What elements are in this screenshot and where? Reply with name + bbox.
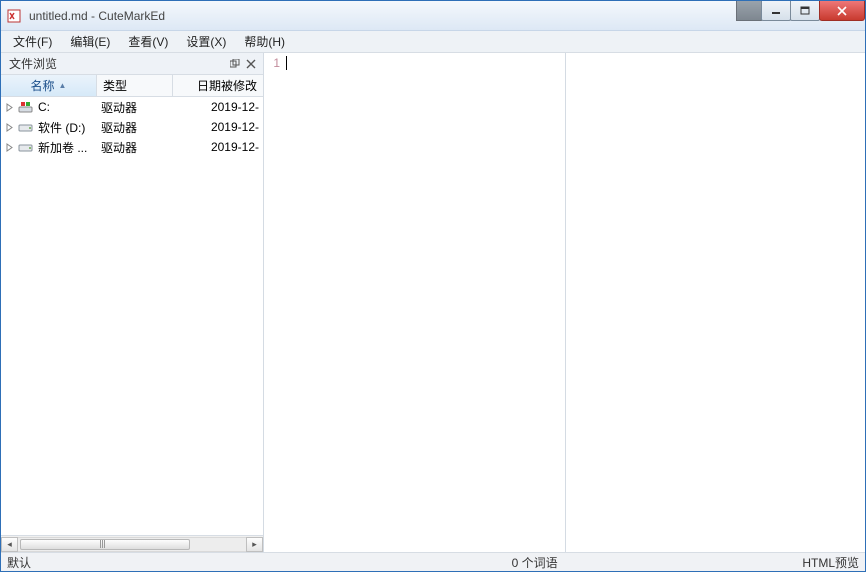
- row-date: 2019-12-: [173, 140, 263, 154]
- column-name[interactable]: 名称 ▲: [1, 75, 97, 96]
- status-preview-mode[interactable]: HTML预览: [802, 554, 859, 571]
- maximize-button[interactable]: [790, 1, 820, 21]
- table-row[interactable]: 软件 (D:) 驱动器 2019-12-: [1, 117, 263, 137]
- scroll-track[interactable]: [18, 537, 246, 552]
- panel-undock-icon[interactable]: [227, 56, 243, 72]
- statusbar: 默认 0 个词语 HTML预览: [1, 552, 865, 571]
- expander-icon[interactable]: [5, 103, 14, 112]
- column-type[interactable]: 类型: [97, 75, 173, 96]
- line-gutter: 1: [264, 53, 284, 552]
- hdd-icon: [18, 139, 34, 155]
- panel-header[interactable]: 文件浏览: [1, 53, 263, 75]
- scroll-right-button[interactable]: ▸: [246, 537, 263, 552]
- html-preview-pane[interactable]: [566, 53, 865, 552]
- menu-file[interactable]: 文件(F): [5, 31, 60, 52]
- app-icon: [7, 8, 23, 24]
- aux-button[interactable]: [736, 1, 762, 21]
- scroll-left-button[interactable]: ◂: [1, 537, 18, 552]
- table-row[interactable]: 新加卷 ... 驱动器 2019-12-: [1, 137, 263, 157]
- menu-settings[interactable]: 设置(X): [178, 31, 234, 52]
- row-type: 驱动器: [97, 119, 173, 136]
- status-left[interactable]: 默认: [7, 554, 267, 571]
- window-buttons: [737, 1, 865, 30]
- expander-icon[interactable]: [5, 143, 14, 152]
- status-word-count: 0 个词语: [267, 554, 802, 571]
- window-title: untitled.md - CuteMarkEd: [29, 9, 737, 23]
- menu-edit[interactable]: 编辑(E): [62, 31, 118, 52]
- expander-icon[interactable]: [5, 123, 14, 132]
- row-name: 新加卷 ...: [38, 139, 87, 156]
- main-area: 文件浏览 名称 ▲ 类型 日期被修改: [1, 53, 865, 552]
- row-name: 软件 (D:): [38, 119, 85, 136]
- minimize-button[interactable]: [761, 1, 791, 21]
- editor-preview-split: 1: [264, 53, 865, 552]
- column-date-label: 日期被修改: [197, 77, 257, 94]
- panel-title: 文件浏览: [9, 55, 227, 72]
- app-window: untitled.md - CuteMarkEd 文件(F) 编辑(E) 查看(…: [0, 0, 866, 572]
- horizontal-scrollbar[interactable]: ◂ ▸: [1, 535, 263, 552]
- hdd-icon: [18, 119, 34, 135]
- menubar: 文件(F) 编辑(E) 查看(V) 设置(X) 帮助(H): [1, 31, 865, 53]
- column-date[interactable]: 日期被修改: [173, 75, 263, 96]
- tree-body: C: 驱动器 2019-12- 软件 (D:) 驱动器 2019-12-: [1, 97, 263, 535]
- windows-drive-icon: [18, 99, 34, 115]
- panel-close-icon[interactable]: [243, 56, 259, 72]
- row-name: C:: [38, 100, 50, 114]
- scroll-thumb[interactable]: [20, 539, 190, 550]
- menu-view[interactable]: 查看(V): [120, 31, 176, 52]
- column-name-label: 名称: [31, 77, 55, 94]
- file-browser-panel: 文件浏览 名称 ▲ 类型 日期被修改: [1, 53, 264, 552]
- row-date: 2019-12-: [173, 100, 263, 114]
- titlebar[interactable]: untitled.md - CuteMarkEd: [1, 1, 865, 31]
- row-type: 驱动器: [97, 139, 173, 156]
- tree-header: 名称 ▲ 类型 日期被修改: [1, 75, 263, 97]
- sort-asc-icon: ▲: [59, 81, 67, 90]
- text-cursor: [286, 56, 287, 70]
- table-row[interactable]: C: 驱动器 2019-12-: [1, 97, 263, 117]
- code-area[interactable]: [284, 53, 565, 552]
- menu-help[interactable]: 帮助(H): [236, 31, 293, 52]
- row-date: 2019-12-: [173, 120, 263, 134]
- column-type-label: 类型: [103, 77, 127, 94]
- row-type: 驱动器: [97, 99, 173, 116]
- markdown-editor[interactable]: 1: [264, 53, 566, 552]
- close-button[interactable]: [819, 1, 865, 21]
- line-number: 1: [264, 56, 280, 70]
